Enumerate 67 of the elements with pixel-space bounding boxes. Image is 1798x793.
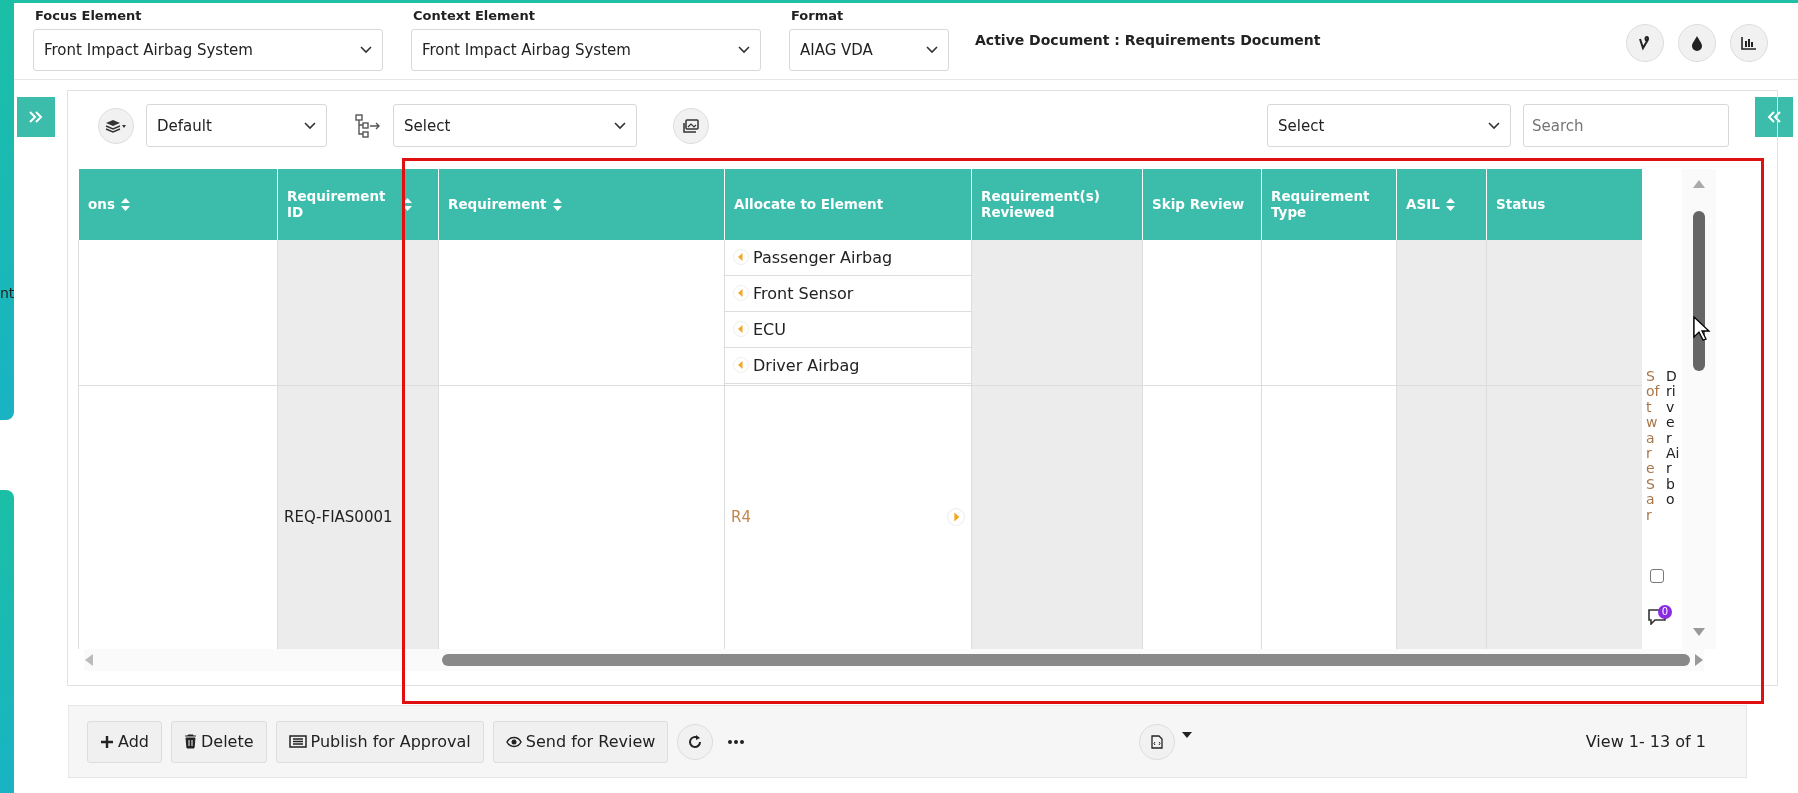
element-item[interactable]: Driver Airbag (725, 347, 971, 384)
double-chevron-icon (1767, 111, 1781, 123)
side-label: nt (0, 285, 15, 301)
element-item[interactable]: Front Sensor (725, 275, 971, 312)
overflow-text: Software Sar (1646, 369, 1660, 523)
image-button[interactable] (673, 107, 709, 144)
element-item[interactable]: Passenger Airbag (725, 239, 971, 276)
scroll-right-icon[interactable] (1694, 653, 1704, 667)
layers-icon (105, 118, 127, 133)
cursor-icon (1693, 316, 1711, 342)
sort-icon (552, 197, 562, 211)
overflow-text: Driver Airbo (1666, 369, 1680, 510)
chevron-icon (1488, 121, 1500, 130)
bar-chart-icon (1741, 36, 1757, 50)
caret-icon (733, 285, 749, 302)
refresh-button[interactable] (677, 723, 714, 760)
action-button[interactable]: Publish for Approval (275, 720, 484, 763)
layers-button[interactable] (98, 107, 134, 144)
chevron-icon (360, 46, 372, 54)
active-document-label: Active Document : Requirements Document (975, 32, 1321, 48)
filter-select[interactable]: Front Impact Airbag System (411, 29, 761, 71)
pagination-info: View 1- 13 of 1 (1585, 732, 1706, 751)
double-chevron-icon (29, 111, 43, 123)
chart-button[interactable] (1730, 24, 1768, 62)
chevron-icon (304, 121, 316, 130)
caret-icon (733, 321, 749, 338)
document-icon (1150, 734, 1163, 749)
hierarchy-icon[interactable] (355, 113, 381, 138)
scroll-down-icon[interactable] (1692, 627, 1706, 637)
comment-count-badge: 0 (1658, 605, 1672, 619)
caret-icon[interactable] (1181, 731, 1192, 738)
filter-select[interactable]: Front Impact Airbag System (33, 29, 383, 71)
filter-label: Format (791, 8, 845, 23)
view-select[interactable]: Default (146, 104, 327, 147)
caret-icon (733, 249, 749, 266)
drop-icon (1690, 35, 1704, 51)
search-field[interactable]: Search (1523, 104, 1729, 147)
group-select[interactable]: Select (393, 104, 637, 147)
eye-icon (505, 735, 522, 748)
filter-select[interactable]: Select (1267, 104, 1511, 147)
element-item[interactable]: ECU (725, 311, 971, 348)
action-button[interactable]: Send for Review (492, 720, 669, 763)
filter-label: Focus Element (35, 8, 143, 23)
sort-icon (403, 197, 412, 211)
plus-icon (100, 734, 114, 749)
vine-button[interactable] (1626, 24, 1664, 62)
trash-icon (184, 734, 197, 749)
caret-icon (733, 357, 749, 374)
export-button[interactable] (1138, 723, 1175, 760)
chevron-icon (926, 46, 938, 54)
more-icon[interactable] (728, 739, 745, 744)
sort-icon (1445, 197, 1455, 211)
checkbox[interactable] (1650, 569, 1664, 583)
chevron-icon (614, 121, 626, 130)
images-icon (683, 118, 699, 133)
vertical-scrollbar[interactable] (1682, 169, 1716, 649)
list-icon (288, 735, 307, 748)
sort-icon (120, 197, 130, 211)
filter-select[interactable]: AIAG VDA (789, 29, 949, 71)
filter-label: Context Element (413, 8, 536, 23)
action-button[interactable]: Add (87, 720, 162, 763)
chevron-icon (738, 46, 750, 54)
drop-button[interactable] (1678, 24, 1716, 62)
action-button[interactable]: Delete (171, 720, 267, 763)
refresh-icon (687, 733, 704, 750)
horizontal-scrollbar[interactable] (84, 649, 1704, 671)
requirement-id: REQ-FIAS0001 (284, 508, 394, 527)
